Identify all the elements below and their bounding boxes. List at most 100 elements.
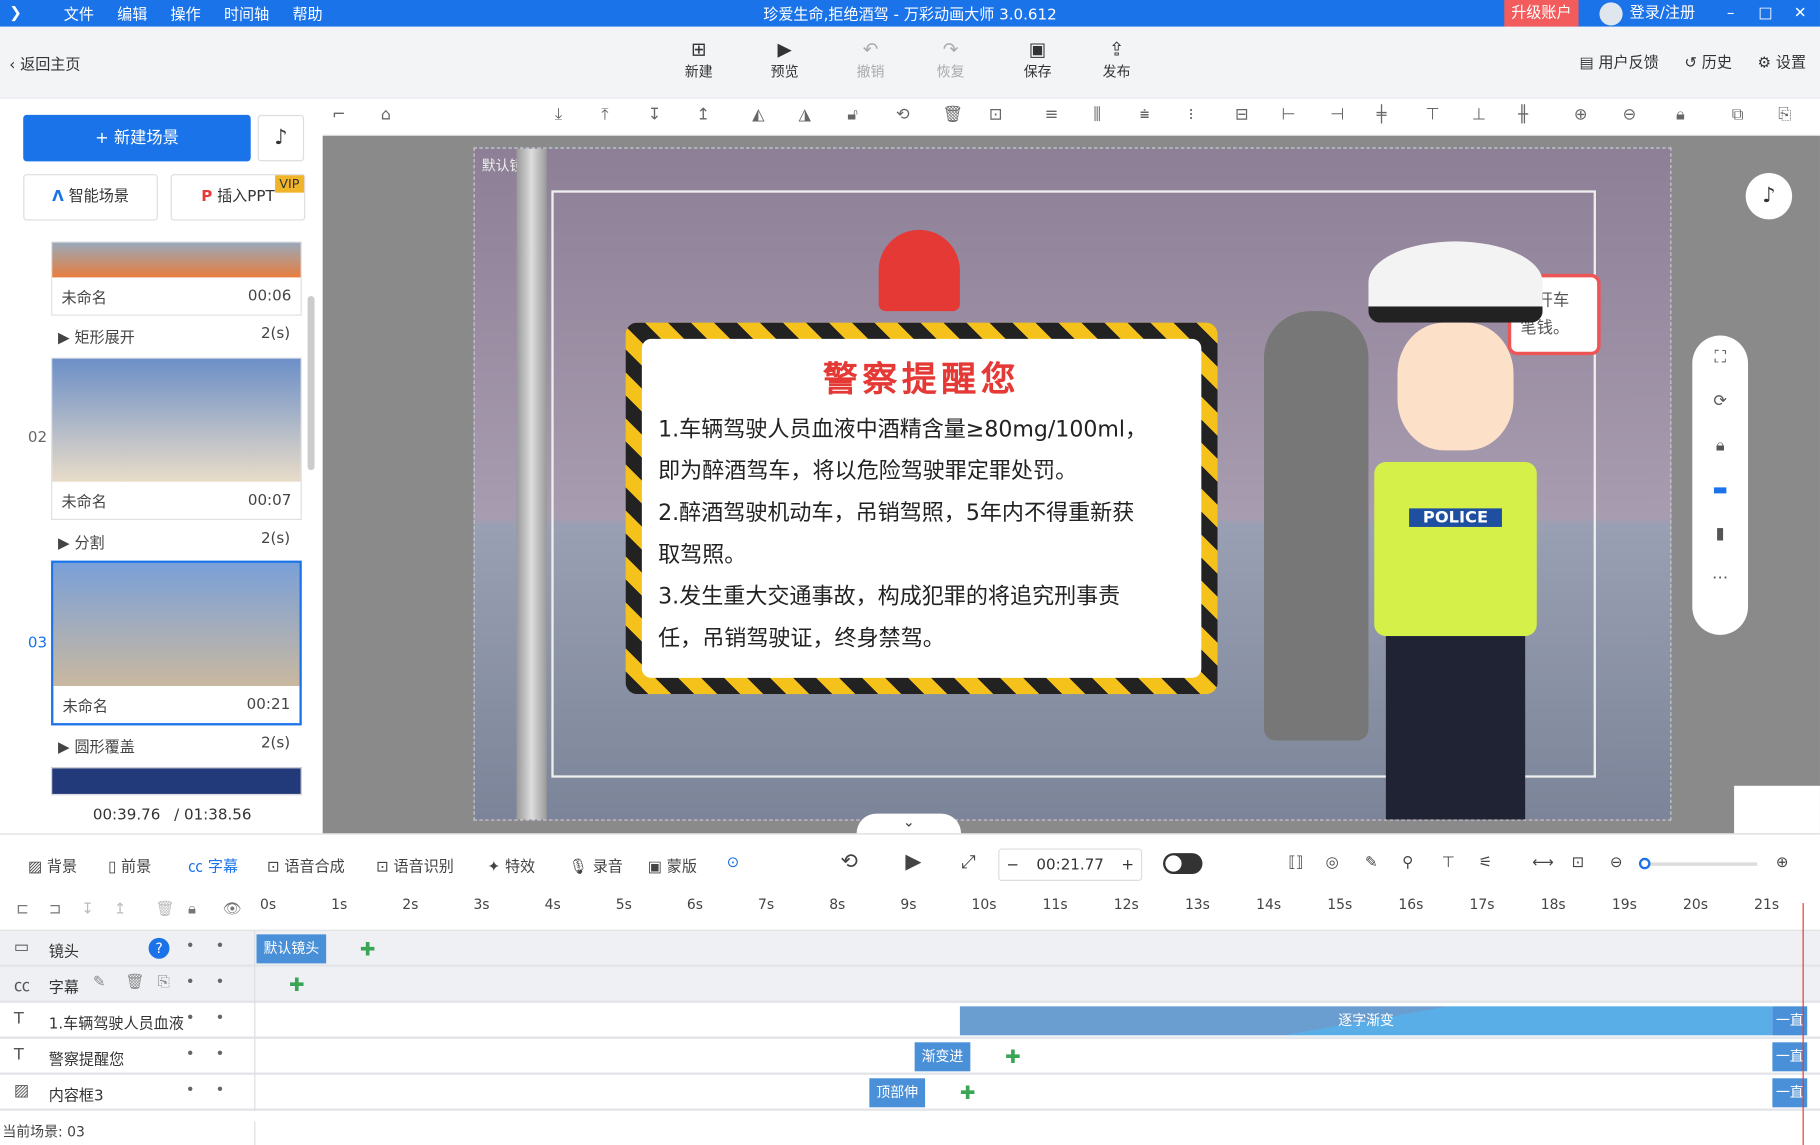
crop-icon[interactable]: ⟦⟧ — [1288, 854, 1303, 871]
minimap-icon[interactable] — [1734, 785, 1820, 834]
align-left-icon[interactable]: ⊢ — [1281, 106, 1295, 125]
tab-record[interactable]: 🎙︎ 录音 — [569, 854, 623, 876]
preview-button[interactable]: ▶ 预览 — [756, 38, 814, 81]
track-camera[interactable]: ▭ 镜头? •• 默认镜头 ✚ — [0, 930, 1820, 967]
track-image[interactable]: ▨ 内容框3 •• 顶部伸 ✚ 一直 — [0, 1074, 1820, 1111]
clip[interactable]: 顶部伸 — [869, 1078, 926, 1108]
rewind-icon[interactable]: ⟲ — [840, 850, 858, 874]
time-value[interactable]: 00:21.77 — [1036, 856, 1103, 873]
notice-board[interactable]: 警察提醒您 1.车辆驾驶人员血液中酒精含量≥80mg/100ml， 即为醉酒驾车，… — [625, 322, 1218, 695]
align-middle-icon[interactable]: ⫼ — [1093, 106, 1100, 125]
align-top-icon[interactable]: ⊤ — [1425, 106, 1439, 125]
move-down-icon[interactable]: ↧ — [648, 106, 662, 125]
filter-icon[interactable]: ⊤ — [1442, 854, 1455, 871]
tab-tts[interactable]: ⊡ 语音合成 — [267, 854, 345, 876]
delete-icon[interactable]: 🗑︎ — [125, 974, 144, 991]
new-button[interactable]: ⊞ 新建 — [670, 38, 728, 81]
feedback-link[interactable]: ▤ 用户反馈 — [1579, 50, 1658, 72]
zoom-in-icon[interactable]: ⊕ — [1574, 106, 1588, 125]
save-button[interactable]: ▣ 保存 — [1009, 38, 1067, 81]
clip[interactable]: 默认镜头 — [256, 934, 327, 964]
edit-icon[interactable]: ✎ — [93, 974, 106, 991]
distribute-h-icon[interactable]: ⊟ — [1235, 106, 1249, 125]
align-center-icon[interactable]: ≡ — [1045, 106, 1059, 125]
scene-item[interactable]: 未命名 00:06 — [51, 241, 302, 316]
add-folder-icon[interactable]: ⊏ — [16, 901, 29, 918]
menu-operate[interactable]: 操作 — [159, 2, 212, 24]
landscape-icon[interactable]: ▬ — [1692, 468, 1748, 512]
add-keyframe-icon[interactable]: ✚ — [360, 938, 376, 960]
collapse-chevron-icon[interactable]: ⌄ — [856, 813, 962, 834]
stage[interactable]: 默认镜头 警察提醒您 1.车辆驾驶人员血液中酒精含量≥80mg/100ml， 即为… — [473, 147, 1672, 821]
portrait-icon[interactable]: ▮ — [1692, 512, 1748, 556]
rotate-icon[interactable]: ⟳ — [1692, 380, 1748, 424]
plus-icon[interactable]: + — [1121, 856, 1134, 873]
zoom-out-icon[interactable]: ⊖ — [1623, 106, 1637, 125]
add-keyframe-icon[interactable]: ✚ — [289, 974, 305, 996]
move-up-icon[interactable]: ↥ — [696, 106, 710, 125]
track-text[interactable]: T 警察提醒您 •• 渐变进 ✚ 一直 — [0, 1038, 1820, 1075]
move-up-icon[interactable]: ↥ — [114, 901, 127, 918]
transition-item[interactable]: ▶ 圆形覆盖 2(s) — [58, 735, 290, 757]
tab-mask[interactable]: ▣ 蒙版 — [648, 854, 697, 876]
tab-asr[interactable]: ⊡ 语音识别 — [376, 854, 454, 876]
rotate-icon[interactable]: ⟲ — [896, 106, 910, 125]
settings-link[interactable]: ⚙ 设置 — [1758, 50, 1807, 72]
align-right-icon[interactable]: ⊣ — [1330, 106, 1344, 125]
maximize-button[interactable]: □ — [1748, 0, 1783, 27]
menu-timeline[interactable]: 时间轴 — [212, 2, 280, 24]
sidebar-scrollbar[interactable] — [307, 295, 315, 471]
fullscreen-icon[interactable]: ⤢ — [961, 851, 976, 874]
import-icon[interactable]: ⎘ — [158, 974, 170, 991]
format-painter-icon[interactable]: ⌐ — [332, 106, 346, 125]
delete-icon[interactable]: 🗑︎ — [942, 106, 963, 125]
lock-icon[interactable]: 🔓︎ — [847, 106, 858, 125]
more-icon[interactable]: ⋯ — [1692, 556, 1748, 600]
edit-icon[interactable]: ✎ — [1365, 854, 1378, 871]
playhead[interactable] — [1802, 903, 1804, 1145]
move-bottom-icon[interactable]: ⤓ — [555, 106, 562, 125]
smart-scene-button[interactable]: Λ 智能场景 — [23, 174, 158, 221]
split-icon[interactable]: ⚲ — [1402, 854, 1413, 871]
group-icon[interactable]: ⊡ — [989, 106, 1003, 125]
time-stepper[interactable]: −00:21.77 + — [998, 848, 1143, 881]
copy-icon[interactable]: ⧉ — [1732, 106, 1744, 125]
close-button[interactable]: ✕ — [1783, 0, 1818, 27]
minus-icon[interactable]: − — [1006, 856, 1019, 873]
menu-file[interactable]: 文件 — [52, 2, 105, 24]
distribute-icon[interactable]: ⁝ — [1189, 106, 1194, 125]
menu-edit[interactable]: 编辑 — [106, 2, 159, 24]
scene-item[interactable] — [51, 767, 302, 796]
lock-icon[interactable]: 🔒︎ — [1692, 424, 1748, 468]
fit-screen-icon[interactable]: ⛶ — [1692, 335, 1748, 379]
login-button[interactable]: 登录/注册 — [1599, 0, 1695, 27]
flip-icon[interactable]: ◭ — [752, 106, 765, 125]
delete-icon[interactable]: 🗑︎ — [156, 901, 175, 918]
insert-ppt-button[interactable]: P 插入PPT VIP — [170, 174, 306, 221]
paste-icon[interactable]: ⎘ — [1778, 106, 1791, 125]
back-home-link[interactable]: ‹ 返回主页 — [9, 52, 80, 74]
scene-item-selected[interactable]: 未命名 00:21 — [51, 560, 302, 726]
zoom-in-icon[interactable]: ⊕ — [1776, 854, 1789, 871]
align-hcenter-icon[interactable]: ╪ — [1377, 106, 1387, 125]
clip[interactable]: 渐变进 — [914, 1042, 971, 1072]
play-icon[interactable]: ▶ — [905, 850, 921, 874]
undo-button[interactable]: ↶ 撤销 — [842, 38, 900, 81]
ratio-icon[interactable]: ⊡ — [1572, 854, 1585, 871]
tab-effects[interactable]: ✦ 特效 — [487, 854, 535, 876]
redo-button[interactable]: ↷ 恢复 — [922, 38, 980, 81]
fit-width-icon[interactable]: ⟷ — [1532, 854, 1554, 871]
camera-icon[interactable]: ◎ — [1326, 854, 1339, 871]
add-track-icon[interactable]: ⊐ — [49, 901, 62, 918]
minimize-button[interactable]: – — [1713, 0, 1748, 27]
align-vcenter-icon[interactable]: ╫ — [1518, 106, 1528, 125]
add-keyframe-icon[interactable]: ✚ — [1005, 1046, 1021, 1068]
history-link[interactable]: ↺ 历史 — [1684, 50, 1732, 72]
track-text[interactable]: T 1.车辆驾驶人员血液 •• 逐字渐变 一直 — [0, 1002, 1820, 1039]
lock-icon[interactable]: 🔒︎ — [188, 901, 196, 918]
home-icon[interactable]: ⌂ — [381, 106, 391, 125]
move-top-icon[interactable]: ⤒ — [601, 106, 608, 125]
track-subtitle[interactable]: ㏄字幕 ✎ 🗑︎ ⎘ •• ✚ — [0, 966, 1820, 1003]
upgrade-button[interactable]: 升级账户 — [1504, 0, 1579, 27]
flip-v-icon[interactable]: ◮ — [799, 106, 812, 125]
